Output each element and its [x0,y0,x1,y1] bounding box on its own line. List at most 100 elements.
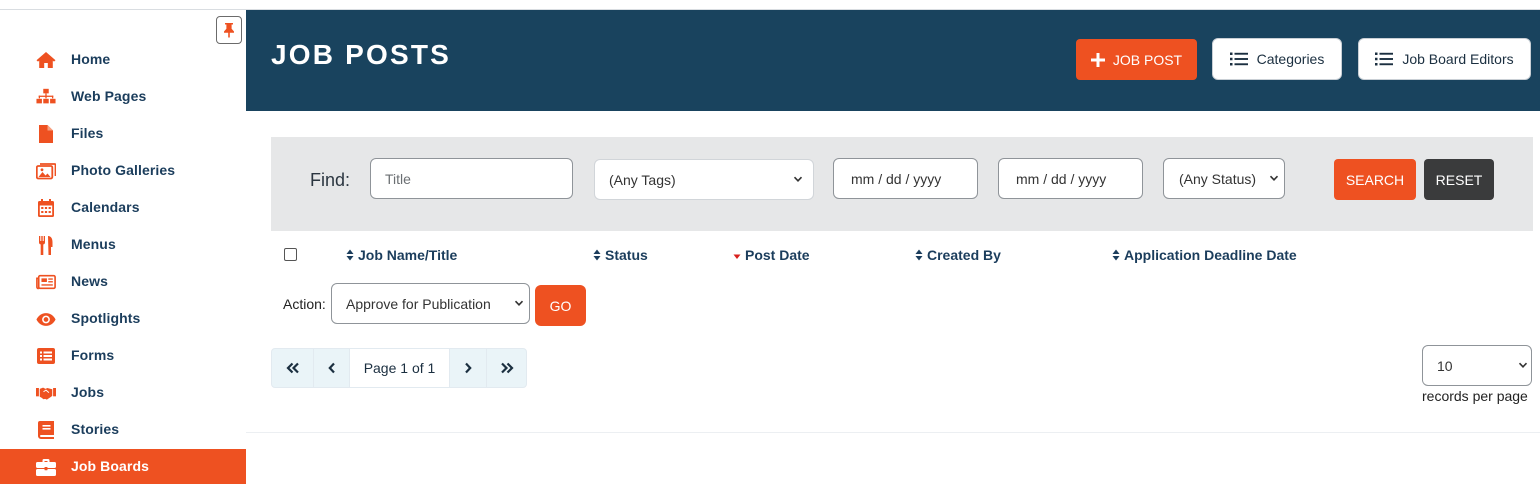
sidebar-item-label: Files [71,125,104,141]
records-per-page-select[interactable]: 10 [1422,345,1532,386]
post-date-from-input[interactable]: mm / dd / yyyy [833,158,978,199]
categories-button[interactable]: Categories [1212,38,1342,80]
sidebar-item-label: Spotlights [71,310,141,326]
job-board-editors-label: Job Board Editors [1402,51,1514,67]
table-header: Job Name/Title Status Post Date Created … [271,231,1533,279]
sort-icon [915,249,923,261]
double-chevron-left-icon [285,362,299,374]
briefcase-icon [36,457,56,477]
sidebar-item-job-boards[interactable]: Job Boards [0,449,246,484]
newspaper-icon [36,272,56,292]
chevron-right-icon [465,362,472,374]
column-label: Status [605,247,648,263]
sidebar-item-forms[interactable]: Forms [0,338,246,373]
sidebar-item-spotlights[interactable]: Spotlights [0,301,246,336]
chevron-left-icon [327,362,335,374]
page-indicator: Page 1 of 1 [350,349,450,387]
column-created-by[interactable]: Created By [915,247,1001,263]
plus-icon [1090,52,1105,67]
sidebar-item-photo-galleries[interactable]: Photo Galleries [0,153,246,188]
title-search-input[interactable]: Title [370,158,573,199]
reset-button[interactable]: RESET [1424,159,1494,200]
pin-icon [224,23,234,38]
search-filter-bar: Find: Title (Any Tags) mm / dd / yyyy mm… [271,137,1533,231]
sidebar-item-label: Stories [71,421,120,437]
sidebar-item-label: Home [71,51,111,67]
go-button[interactable]: GO [535,285,586,326]
calendar-icon [36,198,56,218]
sidebar-item-label: Job Boards [71,458,150,474]
sort-icon [593,249,601,261]
search-button[interactable]: SEARCH [1334,159,1416,200]
tags-select-value: (Any Tags) [609,171,676,188]
sidebar-item-home[interactable]: Home [0,42,246,77]
post-date-to-input[interactable]: mm / dd / yyyy [998,158,1143,199]
chevron-down-icon [514,300,524,306]
pin-sidebar-button[interactable] [216,16,242,44]
sort-icon [346,249,354,261]
sidebar-item-web-pages[interactable]: Web Pages [0,79,246,114]
title-placeholder: Title [385,170,411,187]
page-title: JOB POSTS [271,39,452,70]
tags-select[interactable]: (Any Tags) [594,159,814,200]
column-status[interactable]: Status [593,247,648,263]
top-border [0,0,1540,10]
status-select[interactable]: (Any Status) [1163,158,1285,199]
previous-page-button[interactable] [314,349,350,387]
sidebar-item-jobs[interactable]: Jobs [0,375,246,410]
sidebar: Home Web Pages Files Photo Galleries Cal… [0,10,246,488]
last-page-button[interactable] [487,349,526,387]
sidebar-item-menus[interactable]: Menus [0,227,246,262]
bulk-action-select[interactable]: Approve for Publication [331,283,530,324]
date-from-placeholder: mm / dd / yyyy [851,170,942,187]
list-icon [1375,52,1394,66]
sidebar-item-stories[interactable]: Stories [0,412,246,447]
column-job-name[interactable]: Job Name/Title [346,247,457,263]
list-form-icon [36,346,56,366]
select-all-checkbox[interactable] [284,248,297,261]
list-icon [1229,52,1248,66]
sidebar-item-news[interactable]: News [0,264,246,299]
sidebar-item-label: Calendars [71,199,140,215]
records-per-page-label: records per page [1422,388,1528,404]
sidebar-item-label: News [71,273,108,289]
home-icon [36,50,56,70]
utensils-icon [36,235,56,255]
add-job-post-button[interactable]: JOB POST [1076,39,1197,80]
add-job-post-label: JOB POST [1112,51,1183,68]
page-header: JOB POSTS JOB POST Categories Job Board … [246,10,1540,111]
sidebar-item-label: Jobs [71,384,105,400]
sitemap-icon [36,87,56,107]
first-page-button[interactable] [272,349,314,387]
column-application-deadline[interactable]: Application Deadline Date [1112,247,1297,263]
sidebar-item-calendars[interactable]: Calendars [0,190,246,225]
sidebar-item-label: Forms [71,347,115,363]
job-board-editors-button[interactable]: Job Board Editors [1358,38,1531,80]
file-icon [36,124,56,144]
main-content: Find: Title (Any Tags) mm / dd / yyyy mm… [246,111,1540,433]
sidebar-item-files[interactable]: Files [0,116,246,151]
sidebar-item-label: Web Pages [71,88,147,104]
column-post-date[interactable]: Post Date [733,247,810,263]
chevron-down-icon [1518,362,1528,368]
book-icon [36,420,56,440]
images-icon [36,161,56,181]
action-label: Action: [283,296,326,312]
column-label: Post Date [745,247,810,263]
status-select-value: (Any Status) [1179,170,1257,187]
column-label: Created By [927,247,1001,263]
next-page-button[interactable] [450,349,487,387]
categories-label: Categories [1256,51,1325,67]
sort-desc-icon [733,254,741,259]
sidebar-item-label: Photo Galleries [71,162,176,178]
chevron-down-icon [793,176,803,182]
records-per-page-value: 10 [1437,357,1453,374]
eye-icon [36,309,56,329]
column-label: Application Deadline Date [1124,247,1297,263]
chevron-down-icon [1269,175,1279,181]
sort-icon [1112,249,1120,261]
bulk-action-value: Approve for Publication [346,295,491,312]
sidebar-item-label: Menus [71,236,116,252]
pagination: Page 1 of 1 [271,348,527,388]
date-to-placeholder: mm / dd / yyyy [1016,170,1107,187]
